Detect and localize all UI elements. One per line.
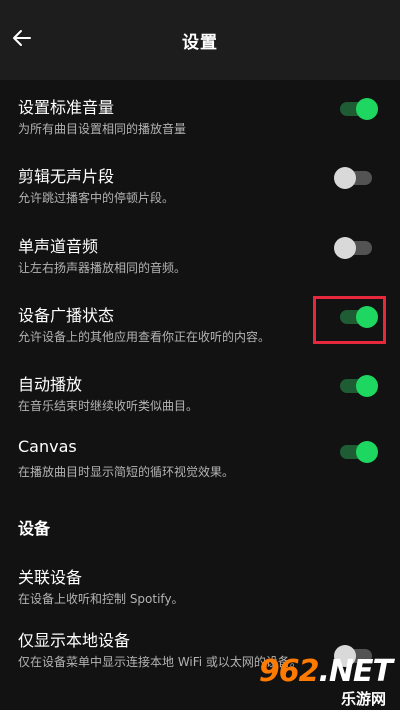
top-bar: 设置 [0, 0, 400, 80]
watermark-logo-text: 962.NET [258, 654, 393, 689]
setting-title: 仅显示本地设备 [18, 631, 131, 650]
watermark-logo: 962.NET 乐游网 [256, 654, 396, 708]
setting-description: 允许跳过播客中的停顿片段。 [18, 191, 175, 205]
setting-title: 自动播放 [18, 375, 83, 394]
canvas-toggle[interactable] [340, 441, 378, 463]
autoplay-toggle[interactable] [340, 375, 378, 397]
setting-title: 设置标准音量 [18, 98, 115, 117]
toggle-knob [356, 98, 378, 120]
setting-description: 让左右扬声器播放相同的音频。 [18, 261, 187, 275]
setting-title: 剪辑无声片段 [18, 167, 115, 186]
setting-normalize-volume: 设置标准音量 为所有曲目设置相同的播放音量 [0, 94, 400, 154]
normalize-volume-toggle[interactable] [340, 98, 378, 120]
setting-title: 关联设备 [18, 568, 83, 587]
setting-description: 允许设备上的其他应用查看你正在收听的内容。 [18, 330, 271, 344]
setting-canvas: Canvas 在播放曲目时显示简短的循环视觉效果。 [0, 437, 400, 497]
setting-connect-device[interactable]: 关联设备 在设备上收听和控制 Spotify。 [0, 564, 400, 624]
toggle-knob [356, 375, 378, 397]
toggle-knob [356, 441, 378, 463]
setting-description: 为所有曲目设置相同的播放音量 [18, 122, 187, 136]
setting-description: 在音乐结束时继续收听类似曲目。 [18, 399, 199, 413]
setting-description: 在播放曲目时显示简短的循环视觉效果。 [18, 465, 235, 479]
page-title: 设置 [182, 33, 218, 53]
highlight-box [313, 296, 386, 344]
toggle-knob [334, 167, 356, 189]
watermark-site-name: 乐游网 [340, 690, 386, 708]
setting-title: 单声道音频 [18, 237, 99, 256]
setting-autoplay: 自动播放 在音乐结束时继续收听类似曲目。 [0, 371, 400, 431]
section-title-devices: 设备 [18, 519, 51, 538]
mono-audio-toggle[interactable] [334, 237, 372, 259]
setting-trim-silence: 剪辑无声片段 允许跳过播客中的停顿片段。 [0, 163, 400, 223]
trim-silence-toggle[interactable] [334, 167, 372, 189]
setting-description: 在设备上收听和控制 Spotify。 [18, 592, 184, 606]
setting-mono-audio: 单声道音频 让左右扬声器播放相同的音频。 [0, 233, 400, 293]
setting-title: 设备广播状态 [18, 306, 115, 325]
setting-title: Canvas [18, 437, 77, 456]
toggle-knob [334, 237, 356, 259]
